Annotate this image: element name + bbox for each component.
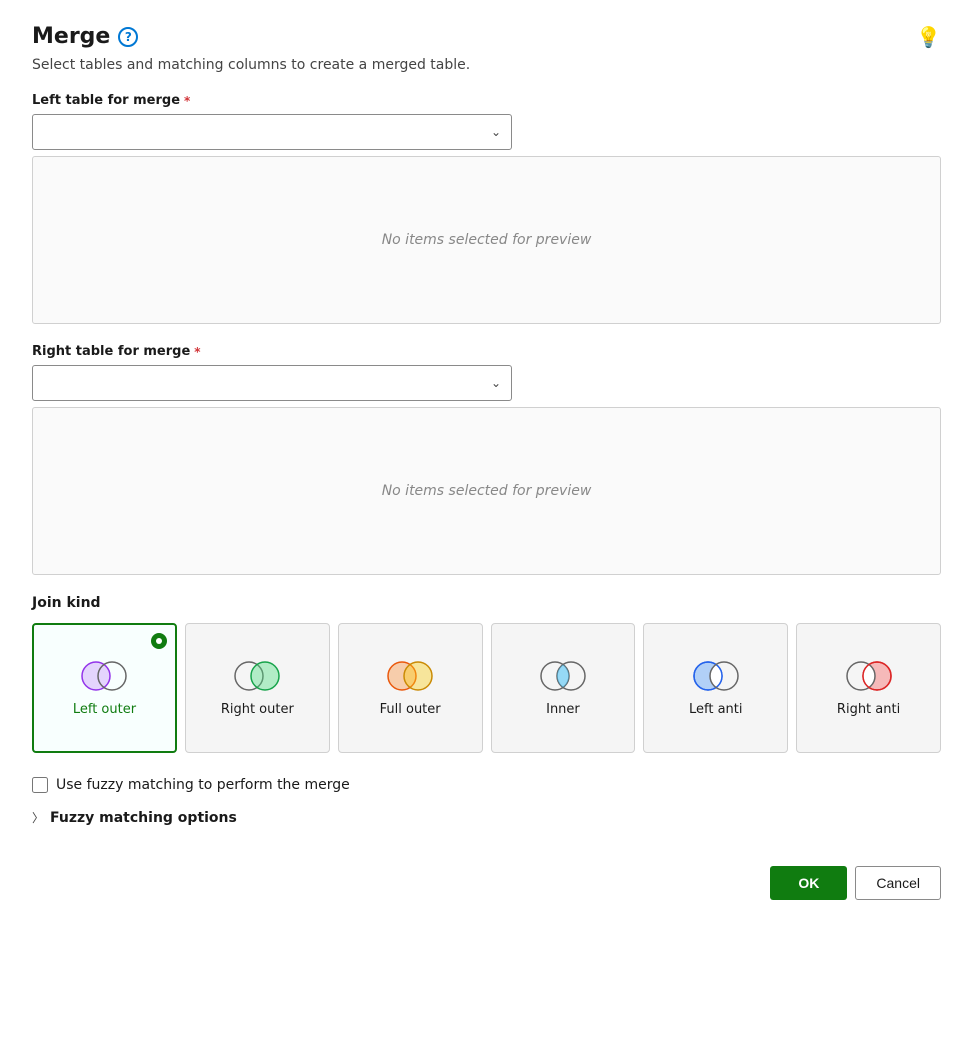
inner-venn <box>535 658 591 694</box>
right-outer-label: Right outer <box>221 702 294 719</box>
fuzzy-matching-row: Use fuzzy matching to perform the merge <box>32 777 941 793</box>
left-table-preview: No items selected for preview <box>32 156 941 324</box>
right-anti-label: Right anti <box>837 702 900 719</box>
left-table-dropdown-arrow: ⌄ <box>491 125 501 139</box>
page-title: Merge <box>32 24 110 49</box>
left-table-label: Left table for merge * <box>32 93 941 108</box>
selected-indicator <box>151 633 167 649</box>
left-table-required: * <box>184 94 190 108</box>
right-outer-venn <box>229 658 285 694</box>
lightbulb-icon[interactable]: 💡 <box>916 25 941 49</box>
left-outer-label: Left outer <box>73 702 136 719</box>
fuzzy-matching-options-toggle[interactable]: 〉 Fuzzy matching options <box>32 809 941 826</box>
join-card-right-outer[interactable]: Right outer <box>185 623 330 753</box>
join-options: Left outer Right outer Full outer Inner <box>32 623 941 753</box>
join-card-inner[interactable]: Inner <box>491 623 636 753</box>
cancel-button[interactable]: Cancel <box>855 866 941 900</box>
right-anti-venn <box>841 658 897 694</box>
fuzzy-matching-checkbox[interactable] <box>32 777 48 793</box>
full-outer-label: Full outer <box>380 702 441 719</box>
fuzzy-matching-checkbox-label[interactable]: Use fuzzy matching to perform the merge <box>56 777 350 793</box>
footer: OK Cancel <box>32 866 941 900</box>
inner-label: Inner <box>546 702 580 719</box>
right-table-required: * <box>194 345 200 359</box>
right-table-dropdown-arrow: ⌄ <box>491 376 501 390</box>
join-kind-label: Join kind <box>32 595 941 611</box>
join-card-left-outer[interactable]: Left outer <box>32 623 177 753</box>
right-table-label: Right table for merge * <box>32 344 941 359</box>
left-anti-label: Left anti <box>689 702 743 719</box>
ok-button[interactable]: OK <box>770 866 847 900</box>
fuzzy-matching-options-label: Fuzzy matching options <box>50 810 237 826</box>
left-anti-venn <box>688 658 744 694</box>
chevron-right-icon: 〉 <box>32 809 44 826</box>
help-icon[interactable]: ? <box>118 27 138 47</box>
right-table-preview: No items selected for preview <box>32 407 941 575</box>
subtitle: Select tables and matching columns to cr… <box>32 57 941 73</box>
left-table-dropdown[interactable]: ⌄ <box>32 114 512 150</box>
join-card-right-anti[interactable]: Right anti <box>796 623 941 753</box>
full-outer-venn <box>382 658 438 694</box>
join-card-full-outer[interactable]: Full outer <box>338 623 483 753</box>
right-table-dropdown[interactable]: ⌄ <box>32 365 512 401</box>
join-card-left-anti[interactable]: Left anti <box>643 623 788 753</box>
left-outer-venn <box>76 658 132 694</box>
